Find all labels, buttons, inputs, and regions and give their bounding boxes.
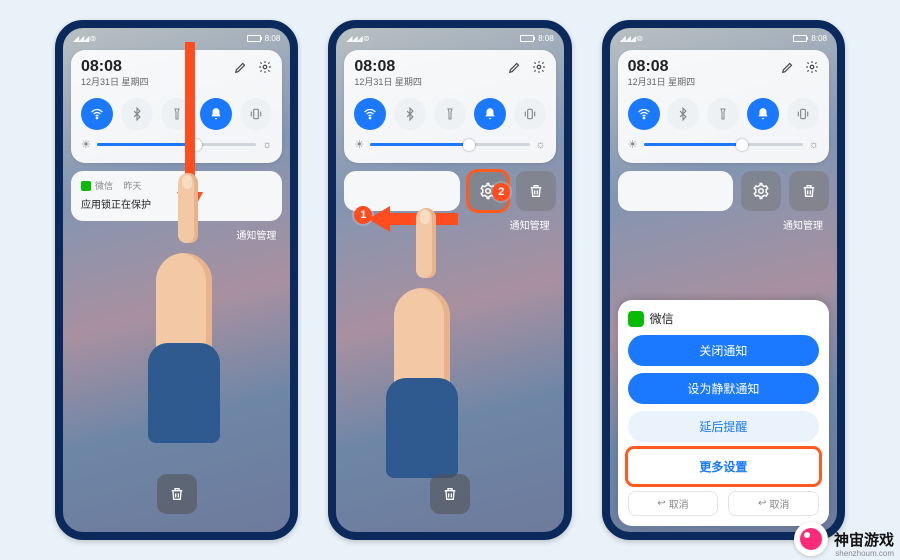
brightness-high-icon: ☼ — [262, 139, 272, 151]
notif-mgmt-label[interactable]: 通知管理 — [77, 227, 276, 242]
notification-card-swiped[interactable] — [618, 171, 733, 211]
silent-notif-button[interactable]: 设为静默通知 — [628, 373, 819, 404]
phone-frame-2: ◢◢◢ ⊚ 8:08 08:08 12月31日 星期四 — [328, 20, 571, 540]
annotation-hand — [376, 208, 466, 438]
delay-notif-button[interactable]: 延后提醒 — [628, 411, 819, 442]
clear-all-button[interactable] — [430, 474, 470, 514]
vibrate-toggle[interactable] — [514, 98, 546, 130]
vibrate-toggle[interactable] — [240, 98, 272, 130]
flashlight-toggle[interactable] — [707, 98, 739, 130]
watermark: 神宙游戏 shenzhoum.com — [794, 522, 894, 556]
quick-settings-panel: 08:08 12月31日 星期四 ☀☼ — [618, 50, 829, 163]
edit-icon[interactable] — [234, 60, 248, 74]
notification-card-swiped[interactable] — [344, 171, 459, 211]
watermark-url: shenzhoum.com — [835, 549, 894, 558]
wifi-toggle[interactable] — [628, 98, 660, 130]
notification-options-sheet: 微信 关闭通知 设为静默通知 延后提醒 更多设置 ↩取消 ↩取消 — [618, 300, 829, 526]
close-notif-button[interactable]: 关闭通知 — [628, 335, 819, 366]
battery-indicator: 8:08 — [247, 34, 281, 43]
status-bar: ◢◢◢ ⊚ 8:08 — [336, 28, 563, 46]
bell-toggle[interactable] — [200, 98, 232, 130]
brightness-slider[interactable]: ☀☼ — [628, 138, 819, 151]
phone-frame-3: ◢◢◢ ⊚ 8:08 08:08 12月31日 星期四 — [602, 20, 845, 540]
status-bar: ◢◢◢ ⊚ 8:08 — [610, 28, 837, 46]
wifi-toggle[interactable] — [81, 98, 113, 130]
wifi-toggle[interactable] — [354, 98, 386, 130]
bluetooth-toggle[interactable] — [667, 98, 699, 130]
sheet-cancel-button-2[interactable]: ↩取消 — [728, 491, 819, 516]
watermark-logo-icon — [794, 522, 828, 556]
bell-toggle[interactable] — [474, 98, 506, 130]
gear-icon[interactable] — [258, 60, 272, 74]
wechat-icon — [81, 181, 91, 191]
notif-mgmt-label[interactable]: 通知管理 — [624, 217, 823, 232]
gear-icon[interactable] — [532, 60, 546, 74]
phone-frame-1: ◢◢◢ ⊚ 8:08 08:08 12月31日 星期四 — [55, 20, 298, 540]
notification-settings-button[interactable] — [741, 171, 781, 211]
panel-date: 12月31日 星期四 — [81, 75, 149, 88]
sheet-app-name: 微信 — [650, 310, 674, 327]
flashlight-toggle[interactable] — [434, 98, 466, 130]
quick-settings-panel: 08:08 12月31日 星期四 ☀☼ — [344, 50, 555, 163]
bluetooth-toggle[interactable] — [394, 98, 426, 130]
notification-delete-button[interactable] — [789, 171, 829, 211]
vibrate-toggle[interactable] — [787, 98, 819, 130]
brightness-slider[interactable]: ☀☼ — [354, 138, 545, 151]
bluetooth-toggle[interactable] — [121, 98, 153, 130]
edit-icon[interactable] — [781, 60, 795, 74]
wechat-icon — [628, 311, 644, 327]
annotation-arrow-left — [368, 206, 424, 228]
clear-all-button[interactable] — [157, 474, 197, 514]
notification-delete-button[interactable] — [516, 171, 556, 211]
signal-icon: ◢◢◢ ⊚ — [73, 34, 95, 43]
watermark-title: 神宙游戏 — [834, 529, 894, 550]
brightness-low-icon: ☀ — [81, 138, 91, 151]
edit-icon[interactable] — [508, 60, 522, 74]
gear-icon[interactable] — [805, 60, 819, 74]
sheet-cancel-button[interactable]: ↩取消 — [628, 491, 719, 516]
bell-toggle[interactable] — [747, 98, 779, 130]
more-settings-button[interactable]: 更多设置 — [628, 449, 819, 484]
panel-time: 08:08 — [81, 58, 149, 76]
